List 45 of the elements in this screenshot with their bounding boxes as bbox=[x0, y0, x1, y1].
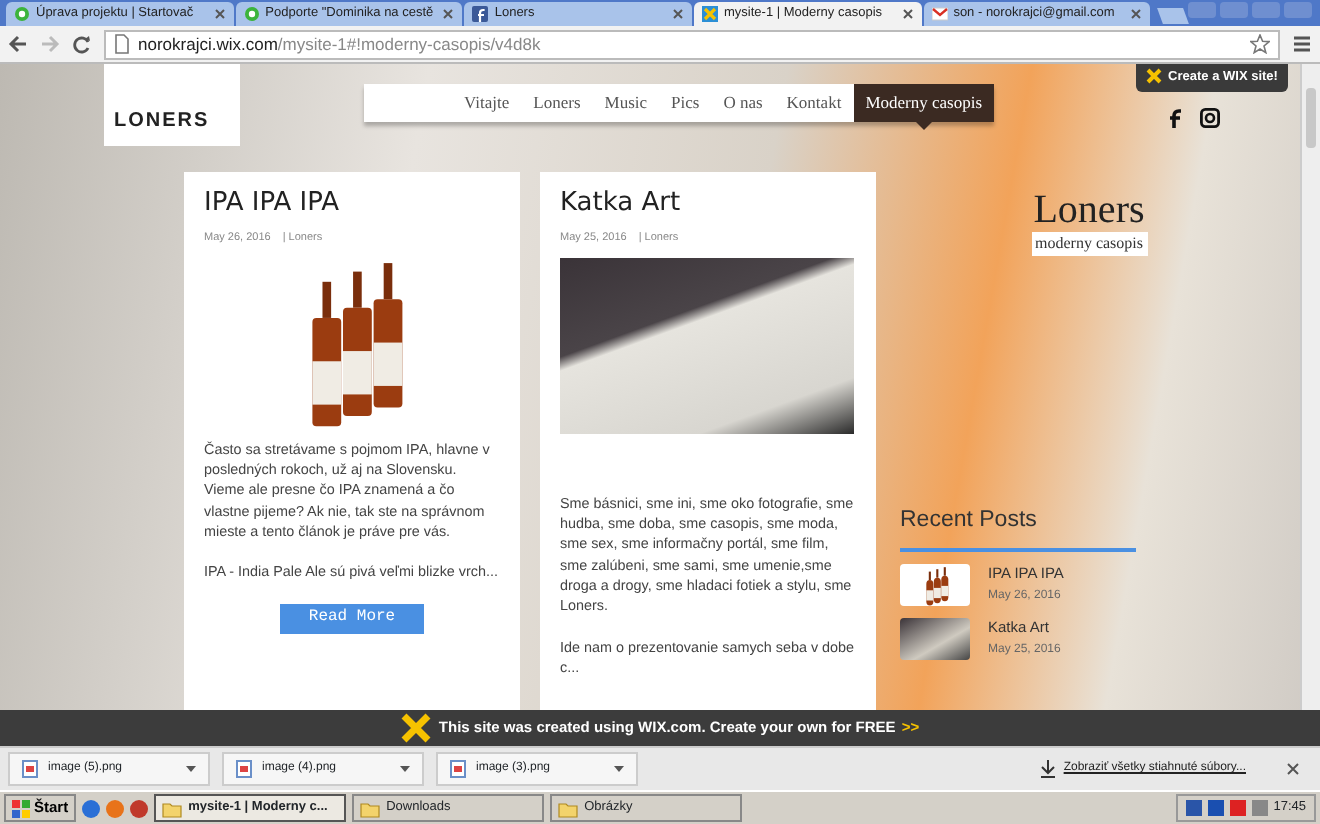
envelope-icon bbox=[931, 6, 948, 22]
url-text: norokrajci.wix.com/mysite-1#!moderny-casopis/v4d8k bbox=[138, 31, 541, 57]
image-file-icon bbox=[22, 760, 38, 778]
caret-icon[interactable] bbox=[400, 766, 410, 772]
facebook-icon bbox=[472, 6, 489, 22]
star-icon[interactable] bbox=[1250, 34, 1270, 54]
folder-icon bbox=[558, 799, 579, 817]
sidebar-subtitle: moderny casopis bbox=[1031, 232, 1147, 256]
caret-icon[interactable] bbox=[614, 766, 624, 772]
folder-icon bbox=[162, 799, 183, 817]
instagram-icon[interactable] bbox=[1200, 107, 1220, 128]
image-file-icon bbox=[236, 760, 252, 778]
menu-icon[interactable] bbox=[1292, 34, 1312, 54]
image-file-icon bbox=[450, 760, 466, 778]
post-title[interactable]: IPA IPA IPA bbox=[204, 188, 500, 220]
nav-link[interactable]: Moderny casopis bbox=[853, 84, 994, 122]
circle-icon bbox=[14, 6, 30, 22]
x-logo-icon bbox=[400, 712, 433, 744]
nav-link[interactable]: Pics bbox=[659, 84, 712, 122]
scrollbar-thumb[interactable] bbox=[1306, 88, 1316, 148]
reload-icon[interactable] bbox=[72, 34, 92, 54]
back-icon[interactable] bbox=[8, 34, 28, 54]
section-heading: Recent Posts bbox=[900, 506, 1037, 536]
facebook-icon[interactable] bbox=[1168, 107, 1182, 128]
nav-link[interactable]: O nas bbox=[711, 84, 775, 122]
selection-pointer-icon bbox=[916, 122, 932, 130]
windows-logo-icon bbox=[12, 799, 30, 817]
nav-link[interactable]: Loners bbox=[521, 84, 593, 122]
nav-link[interactable]: Vitajte bbox=[452, 84, 522, 122]
scrollbar[interactable] bbox=[1300, 64, 1320, 710]
address-field[interactable]: norokrajci.wix.com/mysite-1#!moderny-casopis/v4d8k bbox=[104, 29, 1280, 59]
sidebar-title: Loners bbox=[1033, 188, 1145, 232]
caret-icon[interactable] bbox=[186, 766, 196, 772]
page-icon bbox=[114, 34, 130, 54]
download-icon bbox=[1039, 760, 1056, 778]
new-tab-button[interactable] bbox=[1157, 8, 1189, 24]
x-logo-icon bbox=[702, 6, 719, 22]
photo-thumbnail[interactable] bbox=[900, 618, 970, 661]
x-logo-icon bbox=[1146, 68, 1163, 85]
nav-link[interactable]: Kontakt bbox=[774, 84, 854, 122]
nav-link[interactable]: Music bbox=[592, 84, 660, 122]
circle-icon bbox=[243, 6, 260, 22]
folder-icon bbox=[360, 799, 381, 817]
post-title[interactable]: Katka Art bbox=[560, 188, 856, 220]
site-logo[interactable]: LONERS bbox=[104, 64, 240, 146]
